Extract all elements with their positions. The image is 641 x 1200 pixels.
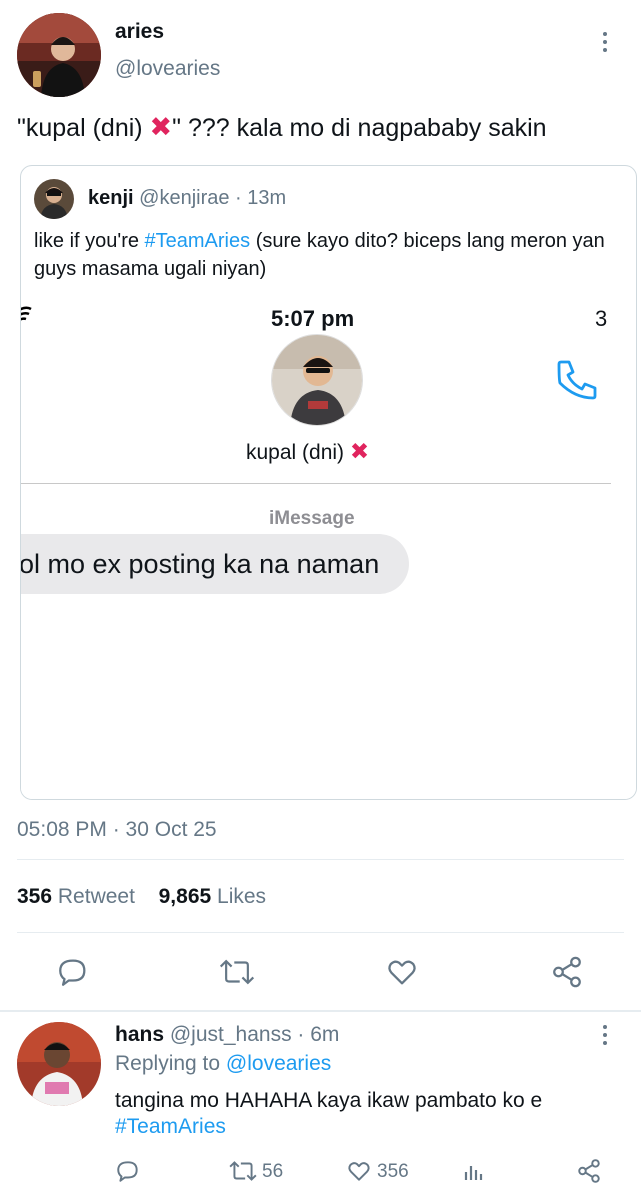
reply-retweet-count: 56 — [262, 1161, 284, 1182]
analytics-icon[interactable] — [462, 1160, 486, 1184]
reply-handle[interactable]: @just_hanss — [170, 1023, 292, 1046]
reply-more-options-icon[interactable] — [602, 1025, 608, 1045]
quoted-author-avatar — [34, 179, 74, 219]
replying-to-handle[interactable]: @lovearies — [226, 1052, 331, 1075]
author-display-name[interactable]: aries — [115, 20, 164, 44]
avatar-photo — [34, 179, 74, 219]
author-avatar[interactable] — [17, 13, 101, 97]
quoted-author-line: kenji @kenjirae · 13m — [88, 187, 286, 210]
quoted-text: like if you're #TeamAries (sure kayo dit… — [34, 227, 614, 283]
reply-text-body: tangina mo HAHAHA kaya ikaw pambato ko e — [115, 1089, 543, 1112]
cross-mark-emoji: ✖ — [149, 112, 173, 142]
reply-text: tangina mo HAHAHA kaya ikaw pambato ko e… — [115, 1088, 625, 1140]
replying-to-prefix: Replying to — [115, 1052, 226, 1075]
avatar-photo — [17, 13, 101, 97]
share-icon[interactable] — [550, 955, 584, 989]
contact-name: kupal (dni) ✖ — [246, 438, 369, 465]
reply-author-line: hans @just_hanss · 6m — [115, 1023, 339, 1047]
reply-like-heart-icon[interactable] — [345, 1158, 373, 1184]
status-time: 5:07 pm — [271, 306, 355, 331]
replying-to: Replying to @lovearies — [115, 1052, 331, 1076]
reply-retweet-icon[interactable] — [228, 1158, 258, 1184]
phone-call-icon[interactable] — [553, 356, 601, 404]
reply-hashtag[interactable]: #TeamAries — [115, 1114, 625, 1140]
service-label: iMessage — [269, 508, 355, 529]
cross-mark-emoji: ✖ — [349, 438, 370, 464]
quoted-image[interactable]: 5:07 pm 3 kupal (dni) ✖ iMessage ol mo e… — [21, 296, 636, 799]
post-text-part2: " ??? kala mo di nagpababy sakin — [172, 114, 547, 142]
reply-time: · 6m — [297, 1023, 340, 1046]
retweets-count[interactable]: 356 — [17, 885, 52, 908]
reply-icon[interactable] — [56, 955, 90, 989]
reply-reply-icon[interactable] — [115, 1158, 141, 1184]
header-divider — [21, 483, 611, 484]
retweet-icon[interactable] — [218, 955, 256, 989]
quoted-tweet[interactable]: kenji @kenjirae · 13m like if you're #Te… — [20, 165, 637, 800]
post-text-part1: "kupal (dni) — [17, 114, 150, 142]
likes-label[interactable]: Likes — [217, 885, 266, 908]
quoted-text-part1: like if you're — [34, 230, 145, 252]
status-right-indicator: 3 — [595, 306, 608, 331]
reply-author-avatar[interactable] — [17, 1022, 101, 1106]
quoted-handle[interactable]: @kenjirae — [139, 187, 229, 209]
quoted-display-name[interactable]: kenji — [88, 187, 134, 209]
divider — [17, 859, 624, 860]
avatar-photo — [272, 335, 362, 425]
post-timestamp: 05:08 PM · 30 Oct 25 — [17, 818, 217, 841]
message-bubble: ol mo ex posting ka na naman — [21, 534, 409, 594]
contact-avatar — [271, 334, 363, 426]
engagement-stats: 356 Retweet 9,865 Likes — [17, 885, 266, 909]
section-divider — [0, 1010, 641, 1012]
reply-like-count: 356 — [377, 1161, 409, 1182]
contact-name-text: kupal (dni) — [246, 441, 350, 464]
divider — [17, 932, 624, 933]
post-text: "kupal (dni) ✖" ??? kala mo di nagpababy… — [17, 112, 547, 143]
reply-share-icon[interactable] — [576, 1158, 602, 1184]
author-handle[interactable]: @lovearies — [115, 57, 220, 81]
quoted-time: · 13m — [235, 187, 287, 209]
message-bubble-text: ol mo ex posting ka na naman — [21, 549, 380, 579]
retweets-label[interactable]: Retweet — [58, 885, 135, 908]
more-options-icon[interactable] — [602, 32, 608, 52]
avatar-photo — [17, 1022, 101, 1106]
reply-display-name[interactable]: hans — [115, 1023, 164, 1046]
likes-count[interactable]: 9,865 — [159, 885, 212, 908]
wifi-icon — [21, 306, 33, 324]
quoted-hashtag[interactable]: #TeamAries — [145, 230, 251, 252]
like-heart-icon[interactable] — [385, 955, 419, 989]
